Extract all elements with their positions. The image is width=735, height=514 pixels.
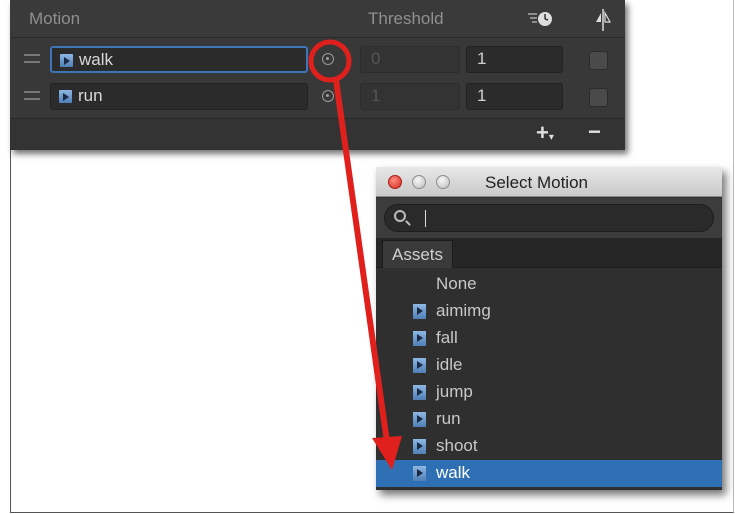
animation-clip-icon (413, 466, 426, 481)
tab-assets[interactable]: Assets (382, 240, 454, 268)
mirror-checkbox[interactable] (589, 51, 608, 70)
drag-handle-icon[interactable] (24, 91, 40, 100)
motion-list-header: Motion Threshold (10, 0, 625, 38)
add-motion-button[interactable]: +▾ (536, 120, 554, 146)
list-item-label: aimimg (436, 301, 491, 320)
motion-clip-field[interactable]: run (50, 83, 308, 110)
speed-value: 1 (477, 86, 487, 105)
list-item-label: fall (436, 328, 458, 347)
list-item-label: jump (436, 382, 473, 401)
tab-bar: Assets (376, 238, 722, 268)
list-item-label: shoot (436, 436, 478, 455)
list-item[interactable]: shoot (376, 433, 722, 460)
animation-clip-icon (413, 439, 426, 454)
object-picker-icon[interactable] (322, 53, 334, 65)
add-dropdown-arrow: ▾ (548, 132, 554, 143)
list-item-label: None (436, 274, 477, 293)
animation-clip-icon (59, 90, 72, 103)
list-item-none[interactable]: None (376, 271, 722, 298)
mirror-checkbox[interactable] (589, 88, 608, 107)
motion-row: walk 0 1 (10, 43, 625, 75)
asset-list: None aimimg fall idle jump run shoot wal… (376, 271, 722, 487)
motion-column-header: Motion (29, 9, 81, 28)
motion-row: run 1 1 (10, 80, 625, 112)
speed-clock-icon (528, 12, 552, 26)
list-item[interactable]: aimimg (376, 298, 722, 325)
mirror-icon (596, 9, 612, 31)
search-input[interactable] (384, 204, 714, 232)
list-item-selected[interactable]: walk (376, 460, 722, 487)
motion-clip-name: walk (79, 50, 114, 69)
window-title: Select Motion (485, 173, 588, 192)
speed-value: 1 (477, 49, 487, 68)
threshold-value: 0 (371, 49, 381, 68)
threshold-field[interactable]: 0 (360, 46, 460, 73)
search-icon (394, 210, 406, 222)
motion-list-footer: +▾ − (10, 118, 625, 150)
list-item[interactable]: jump (376, 379, 722, 406)
list-item[interactable]: run (376, 406, 722, 433)
add-label: + (536, 120, 549, 145)
speed-field[interactable]: 1 (466, 46, 563, 73)
list-item-label: walk (436, 463, 471, 482)
search-bar (376, 198, 722, 238)
list-item[interactable]: fall (376, 325, 722, 352)
list-item-label: idle (436, 355, 463, 374)
list-item[interactable]: idle (376, 352, 722, 379)
animation-clip-icon (413, 331, 426, 346)
motion-clip-name: run (78, 86, 103, 105)
animation-clip-icon (413, 358, 426, 373)
animation-clip-icon (413, 304, 426, 319)
minimize-window-button[interactable] (412, 175, 426, 189)
motion-clip-field[interactable]: walk (50, 46, 308, 73)
speed-field[interactable]: 1 (466, 83, 563, 110)
animation-clip-icon (413, 412, 426, 427)
remove-motion-button[interactable]: − (588, 119, 601, 145)
animation-clip-icon (413, 385, 426, 400)
motion-list-panel: Motion Threshold walk 0 1 run 1 1 +▾ − (10, 0, 625, 150)
list-item-label: run (436, 409, 461, 428)
window-title-bar[interactable]: Select Motion (376, 167, 722, 197)
close-window-button[interactable] (388, 175, 402, 189)
threshold-value: 1 (371, 86, 381, 105)
animation-clip-icon (60, 54, 73, 67)
threshold-field[interactable]: 1 (360, 83, 460, 110)
threshold-column-header: Threshold (368, 9, 444, 28)
maximize-window-button[interactable] (436, 175, 450, 189)
text-caret (425, 210, 426, 227)
object-picker-icon[interactable] (322, 90, 334, 102)
select-motion-window: Select Motion Assets None aimimg fall id… (376, 167, 722, 490)
drag-handle-icon[interactable] (24, 54, 40, 63)
